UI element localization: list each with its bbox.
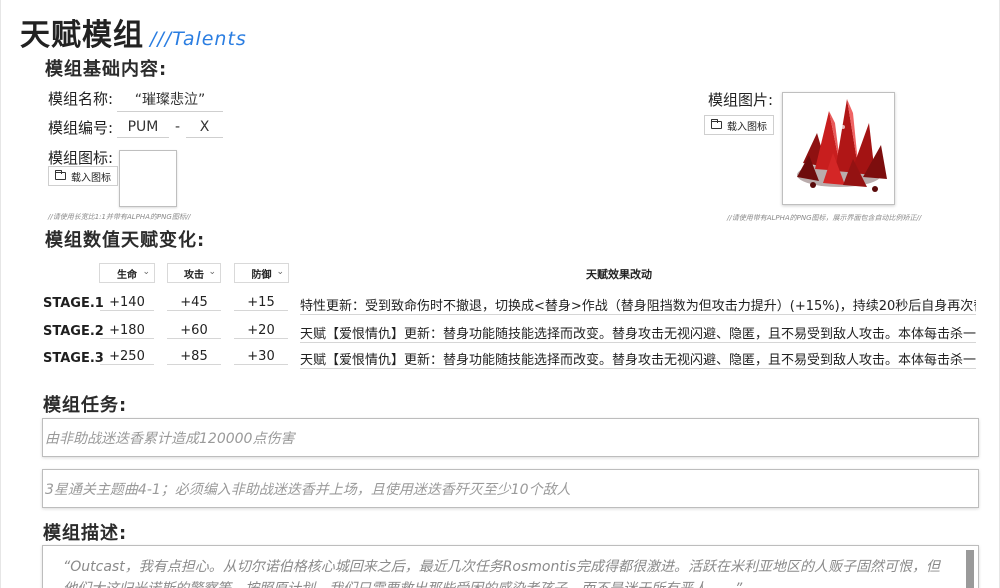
stage-effect-field[interactable]: 天赋【爱恨情仇】更新：替身功能随技能选择而改变。替身攻击无视闪避、隐匿，且不易受… [300,349,976,369]
crystal-icon [797,99,887,192]
load-icon-button[interactable]: 载入图标 [48,166,118,186]
description-text: “Outcast，我有点担心。从切尔诺伯格核心城回来之后，最近几次任务Rosmo… [63,559,941,588]
module-name-label: 模组名称: [48,90,114,108]
folder-icon [55,170,66,180]
module-icon-label: 模组图标: [48,149,114,167]
chevron-down-icon: ⌄ [208,267,216,277]
tasks-section-heading: 模组任务: [43,395,128,416]
stage-atk-value[interactable]: +45 [167,295,221,311]
module-image-label: 模组图片: [708,91,774,109]
page-subtitle: ///Talents [150,28,247,50]
module-name-field[interactable]: “璀璨悲泣” [117,89,223,112]
description-scrollbar[interactable] [966,550,974,588]
image-hint: //请使用带有ALPHA的PNG图标，展示界面包含自动比例矫正// [727,214,922,222]
task-input-2[interactable]: 3星通关主题曲4-1；必须编入非助战迷迭香并上场，且使用迷迭香歼灭至少10个敌人 [42,469,979,508]
module-code-suffix-field[interactable]: X [186,119,223,138]
basic-section-heading: 模组基础内容: [45,59,168,80]
task-input-1[interactable]: 由非助战迷迭香累计造成120000点伤害 [42,418,979,457]
stage-hp-value[interactable]: +180 [100,323,154,339]
module-image-preview[interactable] [782,92,895,205]
stage-def-value[interactable]: +20 [234,323,288,339]
stat-select-atk[interactable]: 攻击 ⌄ [167,263,221,283]
stage-hp-value[interactable]: +140 [100,295,154,311]
stage-label: STAGE.2 [43,324,104,339]
page-title: 天赋模组 [20,18,144,53]
stage-effect-field[interactable]: 特性更新：受到致命伤时不撤退，切换成<替身>作战（替身阻挡数为但攻击力提升）(+… [300,295,976,315]
stat-select-hp-label: 生命 [117,269,137,281]
title-row: 天赋模组 ///Talents [20,10,247,54]
module-code-label: 模组编号: [48,119,114,137]
module-icon-preview[interactable] [119,150,177,207]
stats-section-heading: 模组数值天赋变化: [45,230,206,251]
load-image-button-label: 载入图标 [727,121,767,133]
stat-select-atk-label: 攻击 [184,269,204,281]
module-code-dash: - [175,119,181,135]
stage-label: STAGE.3 [43,351,104,366]
chevron-down-icon: ⌄ [142,267,150,277]
stat-select-def[interactable]: 防御 ⌄ [234,263,289,283]
folder-icon [711,119,722,129]
load-icon-button-label: 载入图标 [71,172,111,184]
stat-select-hp[interactable]: 生命 ⌄ [99,263,155,283]
module-code-prefix-field[interactable]: PUM [117,119,169,138]
icon-hint: //请使用长宽比1:1并带有ALPHA的PNG图标// [48,213,191,221]
description-section-heading: 模组描述: [43,523,128,544]
stage-effect-field[interactable]: 天赋【爱恨情仇】更新：替身功能随技能选择而改变。替身攻击无视闪避、隐匿，且不易受… [300,323,976,343]
chevron-down-icon: ⌄ [276,267,284,277]
effect-column-header: 天赋效果改动 [586,268,652,281]
stage-atk-value[interactable]: +85 [167,349,221,365]
stage-label: STAGE.1 [43,296,104,311]
stage-atk-value[interactable]: +60 [167,323,221,339]
stage-def-value[interactable]: +15 [234,295,288,311]
stat-select-def-label: 防御 [251,269,272,281]
stage-def-value[interactable]: +30 [234,349,288,365]
stage-hp-value[interactable]: +250 [100,349,154,365]
load-image-button[interactable]: 载入图标 [704,115,774,135]
description-textarea[interactable]: “Outcast，我有点担心。从切尔诺伯格核心城回来之后，最近几次任务Rosmo… [42,545,979,588]
